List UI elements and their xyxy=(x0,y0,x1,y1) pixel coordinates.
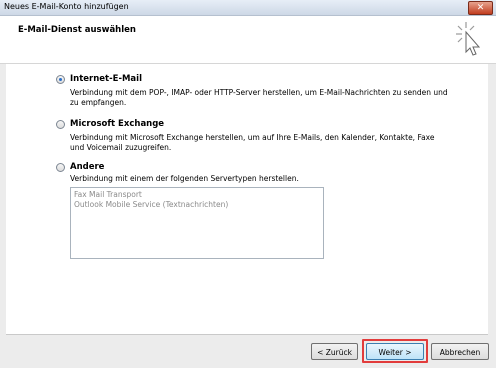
window-title: Neues E-Mail-Konto hinzufügen xyxy=(4,2,129,11)
option-label[interactable]: Microsoft Exchange xyxy=(70,119,164,129)
option-label[interactable]: Internet-E-Mail xyxy=(70,74,142,84)
cursor-click-icon xyxy=(456,22,481,56)
list-item[interactable]: Fax Mail Transport xyxy=(74,190,320,200)
dialog-window: Neues E-Mail-Konto hinzufügen ✕ E-Mail-D… xyxy=(0,0,496,368)
list-item[interactable]: Outlook Mobile Service (Textnachrichten) xyxy=(74,200,320,210)
option-description: Verbindung mit Microsoft Exchange herste… xyxy=(70,133,435,152)
content-panel: Internet-E-Mail Verbindung mit dem POP-,… xyxy=(6,64,488,334)
footer-divider xyxy=(6,334,488,335)
radio-andere[interactable] xyxy=(56,163,65,172)
option-description: Verbindung mit einem der folgenden Serve… xyxy=(70,174,299,183)
page-title: E-Mail-Dienst auswählen xyxy=(18,25,136,35)
back-button[interactable]: < Zurück xyxy=(311,343,358,360)
option-description: Verbindung mit dem POP-, IMAP- oder HTTP… xyxy=(70,88,448,107)
cancel-button[interactable]: Abbrechen xyxy=(431,343,489,360)
radio-microsoft-exchange[interactable] xyxy=(56,120,65,129)
wizard-header: E-Mail-Dienst auswählen xyxy=(0,16,496,64)
option-label[interactable]: Andere xyxy=(70,162,104,172)
next-button[interactable]: Weiter > xyxy=(366,343,424,360)
close-icon: ✕ xyxy=(476,3,485,13)
close-button[interactable]: ✕ xyxy=(468,1,493,15)
title-bar: Neues E-Mail-Konto hinzufügen ✕ xyxy=(0,0,496,16)
server-type-list[interactable]: Fax Mail Transport Outlook Mobile Servic… xyxy=(70,187,324,259)
radio-internet-email[interactable] xyxy=(56,75,65,84)
